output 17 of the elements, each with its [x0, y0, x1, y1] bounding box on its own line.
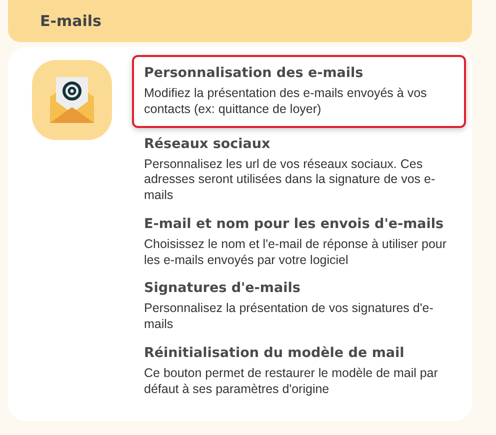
section-title: E-mails: [40, 12, 102, 30]
item-title: Signatures d'e-mails: [144, 279, 302, 298]
item-description: Modifiez la présentation des e-mails envoyés à vos contacts (ex: quittance de loyer): [144, 86, 428, 118]
item-description: Personnalisez les url de vos réseaux sociaux. Ces adresses seront utilisées dans la signature de vos e-mails: [144, 156, 436, 204]
item-title: Réseaux sociaux: [144, 134, 272, 154]
settings-item[interactable]: Réseaux sociaux Personnalisez les url de vos réseaux sociaux. Ces adresses seront utilisées dans la signature de vos e-mails: [132, 132, 466, 212]
envelope-icon: [48, 75, 96, 125]
item-description: Choisissez le nom et l'e-mail de réponse à utiliser pour les e-mails envoyés par votre logiciel: [144, 236, 448, 268]
item-title: E-mail et nom pour les envois d'e-mails: [144, 214, 445, 234]
item-title: Personnalisation des e-mails: [144, 64, 364, 83]
item-description: Ce bouton permet de restaurer le modèle de mail par défaut à ses paramètres d'origine: [144, 366, 439, 398]
settings-item[interactable]: Personnalisation des e-mails Modifiez la présentation des e-mails envoyés à vos contacts (ex: quittance de loyer): [132, 55, 466, 128]
settings-item[interactable]: Réinitialisation du modèle de mail Ce bouton permet de restaurer le modèle de mail par défaut à ses paramètres d'origine: [132, 340, 466, 406]
settings-item[interactable]: E-mail et nom pour les envois d'e-mails Choisissez le nom et l'e-mail de réponse à utiliser pour les e-mails envoyés par votre logiciel: [132, 212, 466, 276]
settings-item[interactable]: Signatures d'e-mails Personnalisez la présentation de vos signatures d'e-mails: [132, 276, 466, 341]
item-title: Réinitialisation du modèle de mail: [144, 344, 406, 363]
item-description: Personnalisez la présentation de vos signatures d'e-mails: [144, 301, 434, 333]
